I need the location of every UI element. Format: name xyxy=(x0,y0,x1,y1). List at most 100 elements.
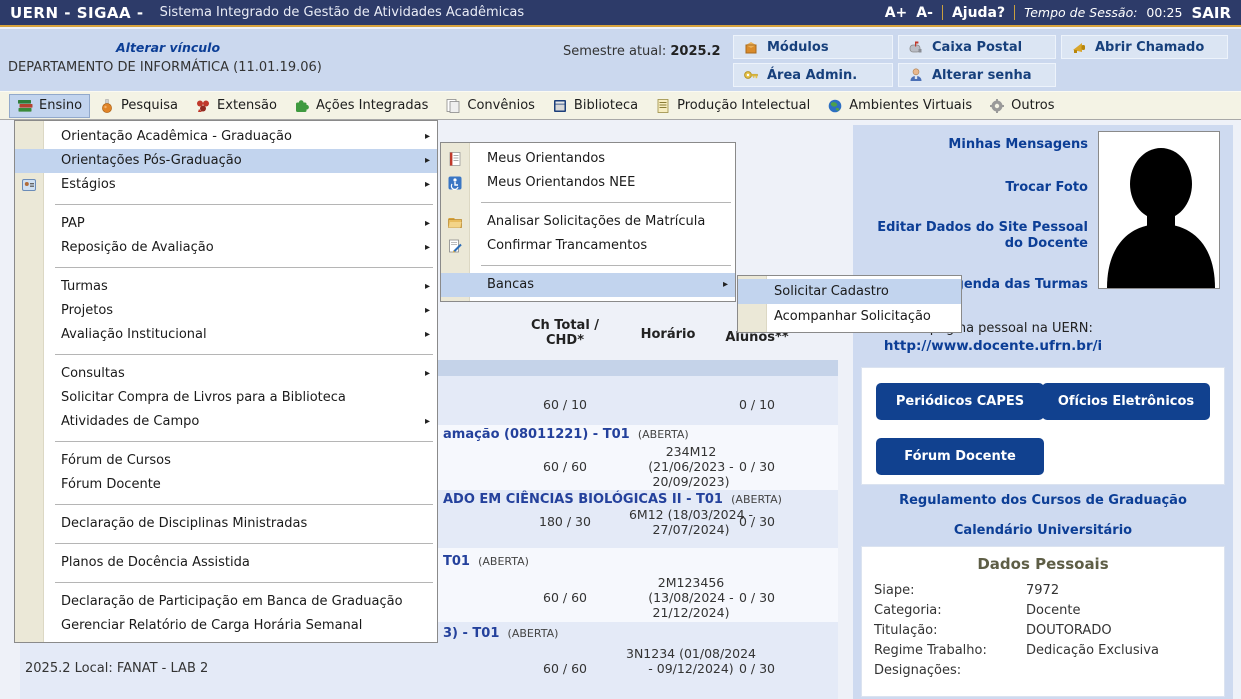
submenu-arrow-icon: ▸ xyxy=(723,273,728,297)
menu-extensao[interactable]: Extensão xyxy=(188,95,284,117)
menu-item-estagios[interactable]: Estágios▸ xyxy=(15,173,437,197)
change-password-button[interactable]: Alterar senha xyxy=(898,63,1056,87)
course-title-link[interactable]: amação (08011221) - T01 xyxy=(443,427,630,442)
menu-item-projetos[interactable]: Projetos▸ xyxy=(15,299,437,323)
alunos-value: 0 / 30 xyxy=(703,661,811,676)
menu-outros-label: Outros xyxy=(1011,98,1054,113)
course-title-link[interactable]: 3) - T01 xyxy=(443,626,499,641)
menu-item-forum-de-cursos[interactable]: Fórum de Cursos xyxy=(15,449,437,473)
menu-acoes-integradas[interactable]: Ações Integradas xyxy=(287,95,435,117)
menu-biblioteca[interactable]: Biblioteca xyxy=(545,95,645,117)
course-status: (ABERTA) xyxy=(478,555,529,568)
menu-ensino[interactable]: Ensino xyxy=(10,95,89,117)
periodicos-capes-button[interactable]: Periódicos CAPES xyxy=(876,383,1044,420)
oficios-eletronicos-button[interactable]: Ofícios Eletrônicos xyxy=(1042,383,1210,420)
menu-item-reposicao-avaliacao[interactable]: Reposição de Avaliação▸ xyxy=(15,236,437,260)
menu-item-meus-orientandos-nee[interactable]: Meus Orientandos NEE xyxy=(441,171,735,195)
submenu-arrow-icon: ▸ xyxy=(425,236,430,260)
modules-icon xyxy=(743,39,759,55)
font-increase-button[interactable]: A+ xyxy=(885,5,908,21)
app-brand: UERN - SIGAA - xyxy=(10,4,144,22)
notebook-icon xyxy=(447,151,463,167)
menu-item-consultas[interactable]: Consultas▸ xyxy=(15,362,437,386)
id-card-icon xyxy=(21,177,37,193)
menu-separator xyxy=(55,354,433,355)
course-title-row: T01 (ABERTA) xyxy=(443,554,529,569)
menu-item-orientacoes-pos-graduacao[interactable]: Orientações Pós-Graduação▸ xyxy=(15,149,437,173)
ch-total-value: 60 / 60 xyxy=(500,661,630,676)
menu-item-acompanhar-solicitacao[interactable]: Acompanhar Solicitação xyxy=(738,304,961,329)
menu-item-solicitar-cadastro[interactable]: Solicitar Cadastro xyxy=(738,279,961,304)
alunos-value: 0 / 30 xyxy=(703,459,811,474)
document-icon xyxy=(655,98,671,114)
mailbox-icon xyxy=(908,39,924,55)
menu-pesquisa[interactable]: Pesquisa xyxy=(92,95,185,117)
menu-producao-intelectual[interactable]: Produção Intelectual xyxy=(648,95,817,117)
modules-button[interactable]: Módulos xyxy=(733,35,893,59)
main-menu-bar: Ensino Pesquisa Extensão Ações Integrada… xyxy=(0,91,1241,120)
mailbox-button[interactable]: Caixa Postal xyxy=(898,35,1056,59)
change-bond-link[interactable]: Alterar vínculo xyxy=(116,40,220,55)
ensino-dropdown-menu: Orientação Acadêmica - Graduação▸ Orient… xyxy=(14,120,438,643)
menu-item-atividades-de-campo[interactable]: Atividades de Campo▸ xyxy=(15,410,437,434)
menu-item-meus-orientandos[interactable]: Meus Orientandos xyxy=(441,147,735,171)
admin-area-button-label: Área Admin. xyxy=(767,68,857,83)
key-icon xyxy=(743,67,759,83)
regulamento-link[interactable]: Regulamento dos Cursos de Graduação xyxy=(853,493,1233,508)
menu-item-analisar-solicitacoes[interactable]: Analisar Solicitações de Matrícula xyxy=(441,210,735,234)
menu-item-relatorio-carga-horaria[interactable]: Gerenciar Relatório de Carga Horária Sem… xyxy=(15,614,437,638)
menu-separator xyxy=(55,441,433,442)
personal-data-box: Dados Pessoais Siape: 7972 Categoria: Do… xyxy=(861,546,1225,697)
course-title-link[interactable]: T01 xyxy=(443,554,470,569)
menu-item-bancas[interactable]: Bancas▸ xyxy=(441,273,735,297)
help-link[interactable]: Ajuda? xyxy=(952,5,1005,21)
menu-item-confirmar-trancamentos[interactable]: Confirmar Trancamentos xyxy=(441,234,735,258)
menu-item-turmas[interactable]: Turmas▸ xyxy=(15,275,437,299)
course-title-link[interactable]: ADO EM CIÊNCIAS BIOLÓGICAS II - T01 xyxy=(443,492,723,507)
menu-item-solicitar-compra-livros[interactable]: Solicitar Compra de Livros para a Biblio… xyxy=(15,386,437,410)
menu-item-avaliacao-institucional[interactable]: Avaliação Institucional▸ xyxy=(15,323,437,347)
my-messages-link[interactable]: Minhas Mensagens xyxy=(863,137,1088,153)
right-sidebar: Minhas Mensagens Trocar Foto Editar Dado… xyxy=(853,125,1233,699)
menu-separator xyxy=(55,543,433,544)
menu-convenios[interactable]: Convênios xyxy=(438,95,542,117)
menu-item-declaracao-disciplinas[interactable]: Declaração de Disciplinas Ministradas xyxy=(15,512,437,536)
forum-docente-button[interactable]: Fórum Docente xyxy=(876,438,1044,475)
siape-value: 7972 xyxy=(1026,583,1059,598)
submenu-arrow-icon: ▸ xyxy=(425,275,430,299)
menu-pesquisa-label: Pesquisa xyxy=(121,98,178,113)
change-photo-link[interactable]: Trocar Foto xyxy=(863,180,1088,196)
open-ticket-button[interactable]: Abrir Chamado xyxy=(1061,35,1228,59)
alunos-value: 0 / 30 xyxy=(703,590,811,605)
mailbox-button-label: Caixa Postal xyxy=(932,40,1022,55)
alunos-value: 0 / 30 xyxy=(703,514,811,529)
font-decrease-button[interactable]: A- xyxy=(916,5,933,21)
menu-producao-intelectual-label: Produção Intelectual xyxy=(677,98,810,113)
modules-button-label: Módulos xyxy=(767,40,829,55)
menu-ensino-label: Ensino xyxy=(39,98,82,113)
personal-page-url[interactable]: http://www.docente.ufrn.br/i xyxy=(853,338,1133,354)
menu-item-orientacao-academica[interactable]: Orientação Acadêmica - Graduação▸ xyxy=(15,125,437,149)
menu-item-declaracao-banca[interactable]: Declaração de Participação em Banca de G… xyxy=(15,590,437,614)
regime-label: Regime Trabalho: xyxy=(874,643,987,658)
menu-item-forum-docente[interactable]: Fórum Docente xyxy=(15,473,437,497)
session-time-label: Tempo de Sessão: xyxy=(1024,5,1137,20)
logout-button[interactable]: SAIR xyxy=(1191,4,1231,22)
calendario-link[interactable]: Calendário Universitário xyxy=(853,523,1233,538)
menu-outros[interactable]: Outros xyxy=(982,95,1061,117)
menu-separator xyxy=(55,267,433,268)
menu-ambientes-virtuais[interactable]: Ambientes Virtuais xyxy=(820,95,979,117)
menu-item-planos-docencia[interactable]: Planos de Docência Assistida xyxy=(15,551,437,575)
menu-separator xyxy=(55,582,433,583)
course-status: (ABERTA) xyxy=(508,627,559,640)
globe-icon xyxy=(827,98,843,114)
semester-value: 2025.2 xyxy=(670,44,720,59)
alunos-value: 0 / 10 xyxy=(703,397,811,412)
admin-area-button[interactable]: Área Admin. xyxy=(733,63,893,87)
top-bar: UERN - SIGAA - Sistema Integrado de Gest… xyxy=(0,0,1241,27)
menu-item-pap[interactable]: PAP▸ xyxy=(15,212,437,236)
course-status: (ABERTA) xyxy=(731,493,782,506)
system-title: Sistema Integrado de Gestão de Atividade… xyxy=(160,5,525,20)
column-header-horario: Horário xyxy=(628,327,708,342)
edit-personal-site-link[interactable]: Editar Dados do Site Pessoal do Docente xyxy=(863,220,1088,252)
